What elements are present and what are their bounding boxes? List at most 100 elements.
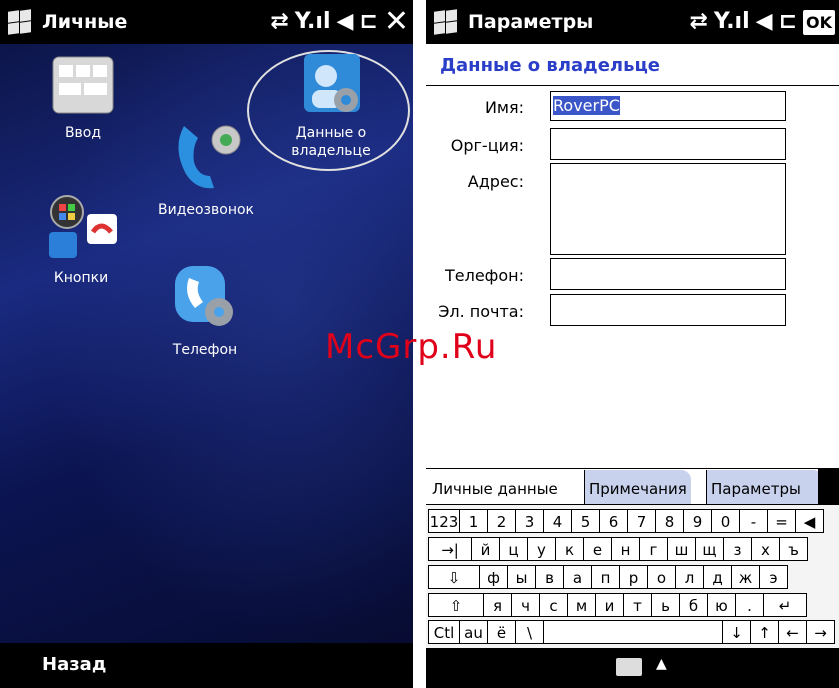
- keyboard-key[interactable]: 9: [683, 509, 712, 533]
- keyboard-key[interactable]: →: [806, 620, 835, 644]
- signal-icon[interactable]: Y.ıl: [714, 11, 750, 33]
- org-field[interactable]: [550, 128, 786, 160]
- app-owner-info[interactable]: Данные о владельце: [285, 50, 377, 160]
- keyboard-key[interactable]: а: [563, 565, 592, 589]
- keyboard-key[interactable]: =: [767, 509, 796, 533]
- keyboard-key[interactable]: л: [675, 565, 704, 589]
- name-field[interactable]: RoverPC: [550, 91, 786, 121]
- org-label: Орг-ция:: [450, 136, 524, 155]
- keyboard-key[interactable]: 4: [543, 509, 572, 533]
- battery-icon[interactable]: ⊏: [359, 11, 377, 33]
- keyboard-key[interactable]: au: [459, 620, 488, 644]
- tab-options[interactable]: Параметры: [706, 470, 823, 504]
- keyboard-key[interactable]: о: [647, 565, 676, 589]
- keyboard-key[interactable]: ф: [479, 565, 508, 589]
- app-label: Ввод: [64, 125, 102, 141]
- input-panel-icon[interactable]: [616, 658, 642, 676]
- email-field[interactable]: [550, 294, 786, 326]
- windows-start-icon[interactable]: [432, 8, 460, 36]
- keyboard-key[interactable]: 5: [571, 509, 600, 533]
- keyboard-key[interactable]: щ: [695, 537, 724, 561]
- keyboard-key[interactable]: е: [583, 537, 612, 561]
- name-label: Имя:: [484, 98, 524, 117]
- ok-button[interactable]: OK: [803, 9, 835, 35]
- email-label: Эл. почта:: [438, 302, 524, 321]
- input-menu-arrow-icon[interactable]: ▲: [656, 656, 667, 672]
- softkey-bar: ▲: [426, 648, 839, 688]
- keyboard-key[interactable]: ъ: [779, 537, 808, 561]
- signal-icon[interactable]: Y.ıl: [295, 11, 331, 33]
- keyboard-key[interactable]: з: [723, 537, 752, 561]
- keyboard-key[interactable]: ё: [487, 620, 516, 644]
- connectivity-icon[interactable]: ⇄: [689, 11, 707, 33]
- app-label-line1: Данные о: [295, 125, 367, 141]
- keyboard-key[interactable]: я: [483, 593, 512, 617]
- keyboard-key[interactable]: ц: [499, 537, 528, 561]
- app-input[interactable]: Ввод: [44, 55, 122, 141]
- keyboard-key[interactable]: т: [623, 593, 652, 617]
- keyboard-key[interactable]: ч: [511, 593, 540, 617]
- keyboard-key[interactable]: 2: [487, 509, 516, 533]
- keyboard-key[interactable]: ⇧: [428, 593, 484, 617]
- keyboard-key[interactable]: 6: [599, 509, 628, 533]
- app-videocall[interactable]: Видеозвонок: [155, 118, 257, 218]
- keyboard-key[interactable]: х: [751, 537, 780, 561]
- keyboard-key[interactable]: 8: [655, 509, 684, 533]
- tab-notes[interactable]: Примечания: [584, 470, 691, 504]
- keyboard-key[interactable]: ←: [778, 620, 807, 644]
- keyboard-key[interactable]: -: [739, 509, 768, 533]
- keyboard-key[interactable]: →|: [428, 537, 472, 561]
- phone-field[interactable]: [550, 258, 786, 290]
- keyboard-key[interactable]: ↵: [763, 593, 807, 617]
- keyboard-key[interactable]: 0: [711, 509, 740, 533]
- close-icon[interactable]: ✕: [384, 7, 409, 37]
- keyboard-key[interactable]: ↑: [750, 620, 779, 644]
- keyboard-key[interactable]: ю: [707, 593, 736, 617]
- keyboard-key[interactable]: Ctl: [428, 620, 460, 644]
- tab-personal[interactable]: Личные данные: [428, 470, 562, 504]
- keyboard-key[interactable]: м: [567, 593, 596, 617]
- keyboard-key[interactable]: й: [471, 537, 500, 561]
- volume-icon[interactable]: ◀: [756, 11, 773, 33]
- volume-icon[interactable]: ◀: [337, 11, 354, 33]
- keyboard-key[interactable]: г: [639, 537, 668, 561]
- keyboard-key[interactable]: б: [679, 593, 708, 617]
- windows-start-icon[interactable]: [6, 8, 34, 36]
- keyboard-key[interactable]: с: [539, 593, 568, 617]
- keyboard-key[interactable]: \: [515, 620, 544, 644]
- connectivity-icon[interactable]: ⇄: [270, 11, 288, 33]
- owner-info-icon: [304, 54, 360, 112]
- keyboard-key[interactable]: ◀: [795, 509, 824, 533]
- keyboard-key[interactable]: ⇩: [428, 565, 480, 589]
- address-field[interactable]: [550, 163, 786, 255]
- app-label: Телефон: [172, 342, 238, 358]
- keyboard-key[interactable]: ь: [651, 593, 680, 617]
- app-phone[interactable]: Телефон: [165, 262, 245, 358]
- keyboard-key[interactable]: 1: [459, 509, 488, 533]
- space-key[interactable]: [543, 620, 723, 644]
- keyboard-key[interactable]: 123: [428, 509, 460, 533]
- keyboard-key[interactable]: у: [527, 537, 556, 561]
- keyboard-key[interactable]: п: [591, 565, 620, 589]
- keyboard-key[interactable]: р: [619, 565, 648, 589]
- keyboard-key[interactable]: н: [611, 537, 640, 561]
- app-label: Кнопки: [53, 270, 109, 286]
- battery-icon[interactable]: ⊏: [779, 11, 797, 33]
- videocall-icon: [178, 125, 241, 189]
- keyboard-key[interactable]: .: [735, 593, 764, 617]
- app-buttons[interactable]: Кнопки: [40, 192, 122, 286]
- keyboard-key[interactable]: ж: [731, 565, 760, 589]
- keyboard-key[interactable]: ш: [667, 537, 696, 561]
- keyboard-key[interactable]: 3: [515, 509, 544, 533]
- keyboard-row-1: 123 1 2 3 4 5 6 7 8 9 0- = ◀: [428, 509, 824, 535]
- keyboard-key[interactable]: д: [703, 565, 732, 589]
- keyboard-key[interactable]: ↓: [722, 620, 751, 644]
- back-softkey[interactable]: Назад: [42, 654, 106, 675]
- keyboard-key[interactable]: э: [759, 565, 788, 589]
- keyboard-key[interactable]: в: [535, 565, 564, 589]
- keyboard-key[interactable]: ы: [507, 565, 536, 589]
- keyboard-key[interactable]: 7: [627, 509, 656, 533]
- keyboard-key[interactable]: к: [555, 537, 584, 561]
- keyboard-key[interactable]: и: [595, 593, 624, 617]
- screen-title: Личные: [42, 11, 128, 33]
